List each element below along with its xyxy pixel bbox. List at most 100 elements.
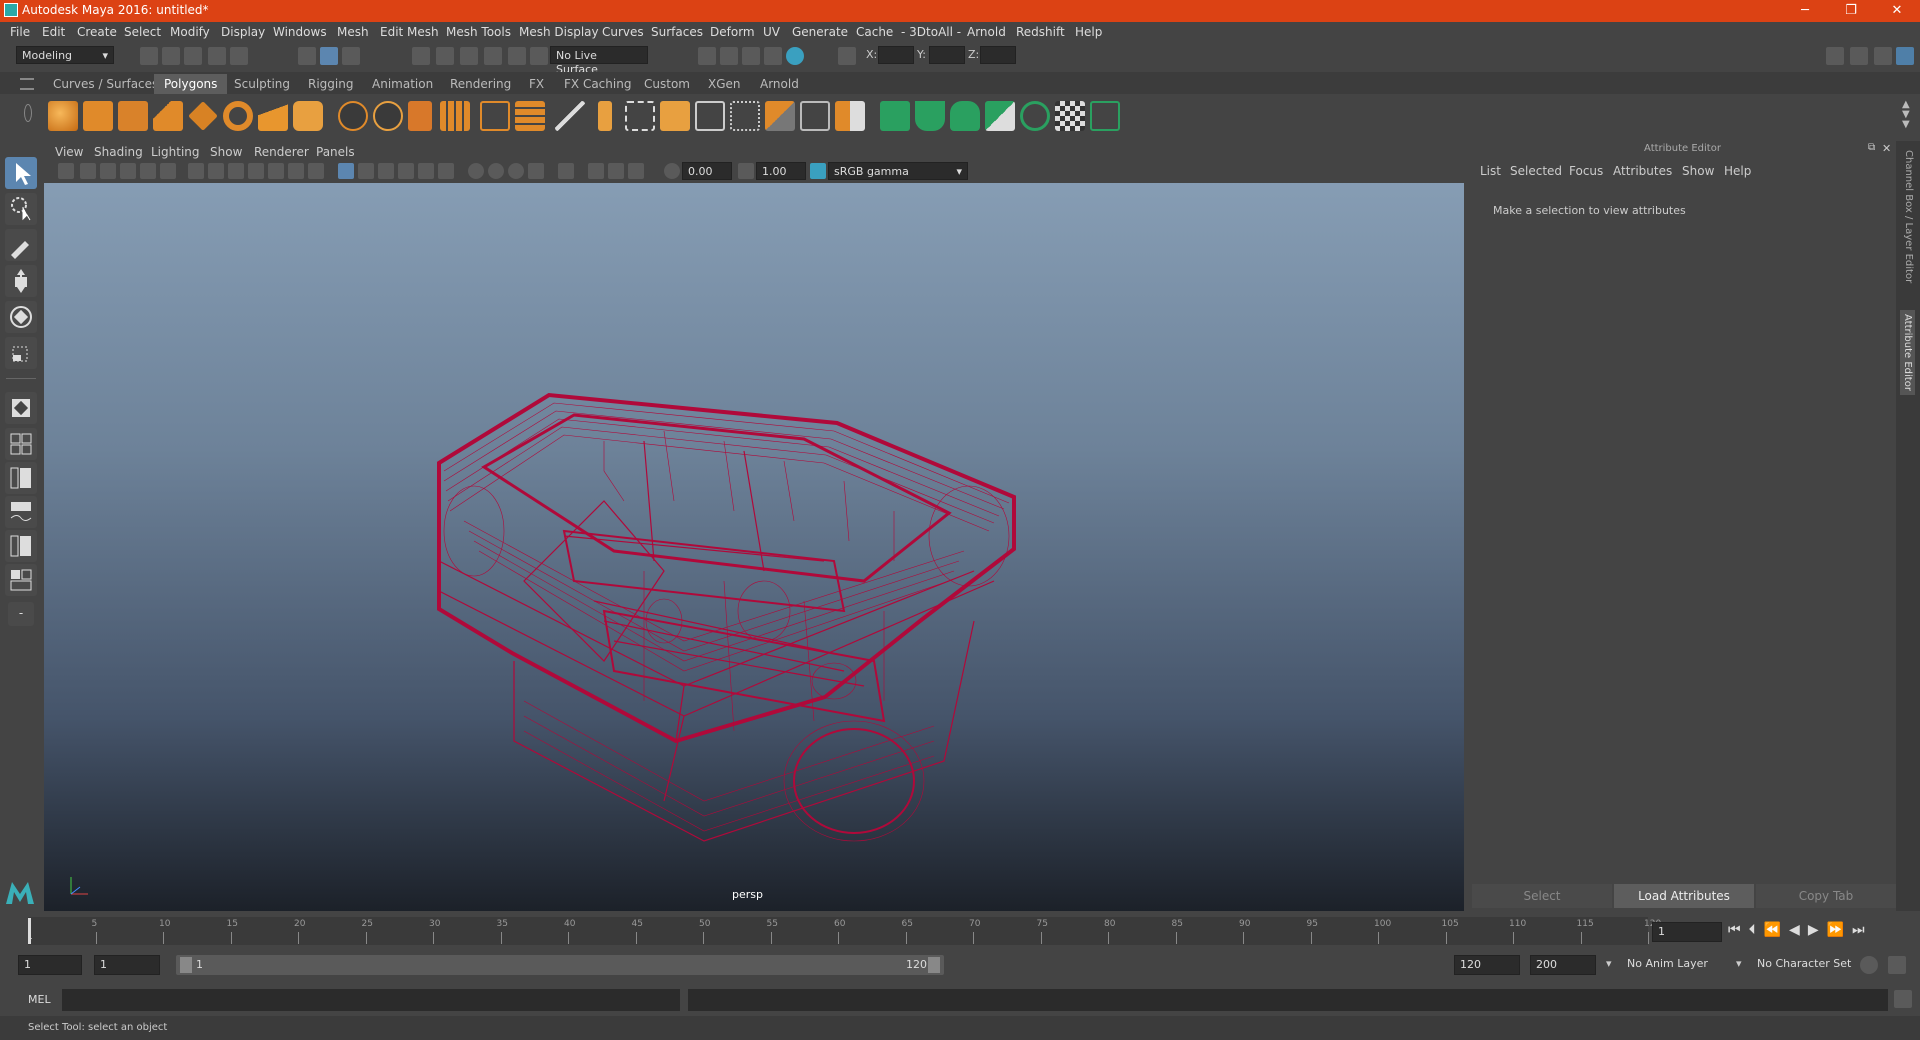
wireframe-shading-icon[interactable] — [338, 163, 354, 179]
exposure-icon[interactable] — [664, 163, 680, 179]
menu-modify[interactable]: Modify — [170, 25, 210, 39]
menu-file[interactable]: File — [10, 25, 30, 39]
shadows-icon[interactable] — [438, 163, 454, 179]
bookmarks-icon[interactable] — [100, 163, 116, 179]
tab-animation[interactable]: Animation — [362, 74, 443, 94]
tab-rigging[interactable]: Rigging — [298, 74, 363, 94]
attr-menu-focus[interactable]: Focus — [1569, 164, 1603, 178]
select-by-object-icon[interactable] — [320, 47, 338, 65]
two-d-pan-zoom-icon[interactable] — [140, 163, 156, 179]
menu-mesh[interactable]: Mesh — [337, 25, 369, 39]
isolate-select-icon[interactable] — [558, 163, 574, 179]
custom-layout-icon[interactable]: - — [8, 602, 34, 626]
menu-arnold[interactable]: Arnold — [967, 25, 1006, 39]
lasso-tool-icon[interactable] — [5, 193, 37, 225]
snap-point-icon[interactable] — [460, 47, 478, 65]
uv-automatic-icon[interactable] — [985, 101, 1015, 131]
x-field[interactable] — [878, 46, 914, 64]
animation-preferences-icon[interactable] — [1888, 956, 1906, 974]
snap-view-plane-icon[interactable] — [484, 47, 502, 65]
attribute-editor-side-tab[interactable]: Attribute Editor — [1900, 310, 1915, 395]
outliner-persp-layout-icon[interactable] — [5, 530, 37, 562]
channel-box-side-tab[interactable]: Channel Box / Layer Editor — [1903, 150, 1914, 283]
tab-custom[interactable]: Custom — [634, 74, 700, 94]
viewport-menu-renderer[interactable]: Renderer — [254, 145, 309, 159]
command-input[interactable] — [62, 989, 680, 1011]
current-frame-field[interactable]: 1 — [1652, 922, 1722, 942]
close-panel-icon[interactable]: ✕ — [1882, 142, 1891, 155]
step-back-frame-icon[interactable]: ⏪ — [1764, 922, 1789, 938]
menu-select[interactable]: Select — [124, 25, 161, 39]
uv-planar-icon[interactable] — [880, 101, 910, 131]
xray-joints-icon[interactable] — [628, 163, 644, 179]
range-slider-start-handle[interactable] — [180, 957, 192, 973]
merge-icon[interactable] — [765, 101, 795, 131]
scale-tool-icon[interactable] — [5, 337, 37, 369]
tab-rendering[interactable]: Rendering — [440, 74, 521, 94]
character-set-dropdown[interactable]: No Character Set — [1752, 955, 1870, 975]
menu-redshift[interactable]: Redshift — [1016, 25, 1065, 39]
load-attributes-button[interactable]: Load Attributes — [1614, 884, 1754, 908]
menu-edit-mesh[interactable]: Edit Mesh — [380, 25, 439, 39]
rotate-tool-icon[interactable] — [5, 301, 37, 333]
insert-edge-loop-icon[interactable] — [695, 101, 725, 131]
menu-uv[interactable]: UV — [763, 25, 780, 39]
uv-unfold-icon[interactable] — [1020, 101, 1050, 131]
menu-display[interactable]: Display — [221, 25, 265, 39]
shelf-scroll-arrows-icon[interactable]: ▲ ▼ ▼ — [1902, 100, 1910, 130]
render-frame-icon[interactable] — [720, 47, 738, 65]
shelf-settings-icon[interactable] — [24, 104, 32, 122]
menu-mesh-tools[interactable]: Mesh Tools — [446, 25, 511, 39]
end-time-field[interactable]: 200 — [1530, 955, 1596, 975]
render-view-icon[interactable] — [698, 47, 716, 65]
select-button[interactable]: Select — [1472, 884, 1612, 908]
minimize-button[interactable]: ─ — [1782, 0, 1828, 22]
tool-settings-icon[interactable] — [1874, 47, 1892, 65]
attr-menu-attributes[interactable]: Attributes — [1613, 164, 1672, 178]
modeling-toolkit-icon[interactable] — [1826, 47, 1844, 65]
viewport-menu-view[interactable]: View — [55, 145, 83, 159]
mode-dropdown[interactable]: Modeling ▾ — [16, 46, 114, 64]
tab-sculpting[interactable]: Sculpting — [224, 74, 300, 94]
live-surface-field[interactable]: No Live Surface — [550, 46, 648, 76]
snap-grid-icon[interactable] — [412, 47, 430, 65]
channel-box-toggle-icon[interactable] — [1896, 47, 1914, 65]
viewport-menu-shading[interactable]: Shading — [94, 145, 143, 159]
open-scene-icon[interactable] — [162, 47, 180, 65]
attr-menu-show[interactable]: Show — [1682, 164, 1714, 178]
image-plane-icon[interactable] — [120, 163, 136, 179]
uv-spherical-icon[interactable] — [950, 101, 980, 131]
viewport-menu-show[interactable]: Show — [210, 145, 242, 159]
snap-curve-icon[interactable] — [436, 47, 454, 65]
anim-layer-dropdown[interactable]: No Anim Layer — [1622, 955, 1740, 975]
colorspace-dropdown[interactable]: sRGB gamma ▾ — [828, 162, 968, 180]
transform-input-icon[interactable] — [838, 47, 856, 65]
poly-sphere-icon[interactable] — [48, 101, 78, 131]
collapse-icon[interactable] — [835, 101, 865, 131]
hypershade-icon[interactable] — [786, 47, 804, 65]
extrude-icon[interactable] — [480, 101, 510, 131]
chevron-down-icon[interactable]: ▾ — [1606, 957, 1612, 970]
maximize-button[interactable]: ❐ — [1828, 0, 1874, 22]
menu-curves[interactable]: Curves — [602, 25, 644, 39]
poly-torus-icon[interactable] — [223, 101, 253, 131]
xray-icon[interactable] — [588, 163, 604, 179]
persp-graph-layout-icon[interactable] — [5, 496, 37, 528]
safe-title-icon[interactable] — [308, 163, 324, 179]
auto-key-icon[interactable] — [1860, 956, 1878, 974]
script-editor-icon[interactable] — [1894, 990, 1912, 1008]
offset-edge-loop-icon[interactable] — [730, 101, 760, 131]
poly-cylinder-icon[interactable] — [118, 101, 148, 131]
textured-icon[interactable] — [398, 163, 414, 179]
separate-icon[interactable] — [373, 101, 403, 131]
attribute-editor-toggle-icon[interactable] — [1850, 47, 1868, 65]
resolution-gate-icon[interactable] — [228, 163, 244, 179]
poly-cube-icon[interactable] — [83, 101, 113, 131]
fill-hole-icon[interactable] — [660, 101, 690, 131]
save-scene-icon[interactable] — [184, 47, 202, 65]
film-gate-icon[interactable] — [208, 163, 224, 179]
single-perspective-layout-icon[interactable] — [5, 392, 37, 424]
four-view-layout-icon[interactable] — [5, 428, 37, 460]
multi-cut-icon[interactable] — [555, 101, 585, 131]
select-camera-icon[interactable] — [58, 163, 74, 179]
